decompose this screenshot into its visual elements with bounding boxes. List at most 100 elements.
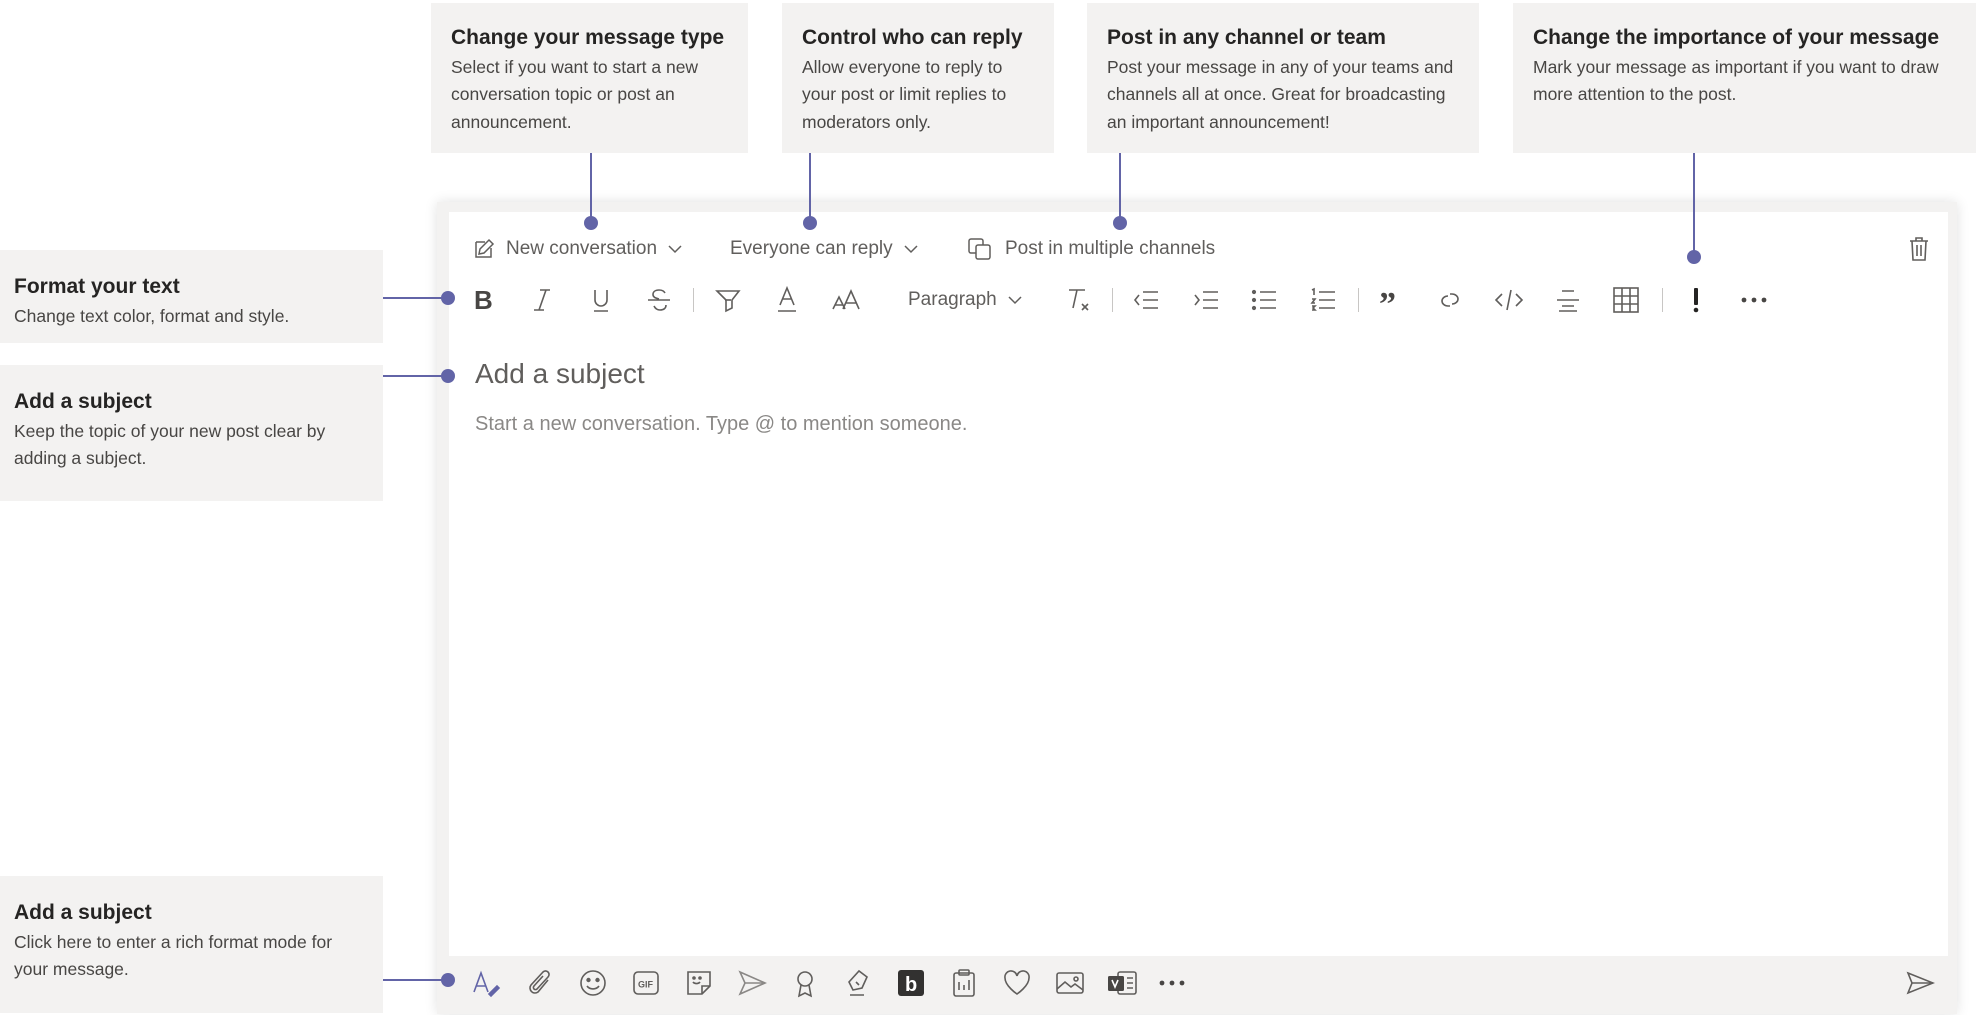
send-button[interactable] bbox=[1902, 965, 1938, 1001]
callout-importance: Change the importance of your message Ma… bbox=[1513, 3, 1976, 153]
callout-body: Select if you want to start a new conver… bbox=[451, 57, 699, 132]
svg-text:b: b bbox=[905, 974, 917, 996]
code-snippet-button[interactable] bbox=[1491, 283, 1527, 317]
quote-icon: ” bbox=[1379, 287, 1396, 313]
praise-button[interactable] bbox=[787, 965, 823, 1001]
compose-icon bbox=[475, 238, 495, 258]
mark-important-button[interactable] bbox=[1678, 283, 1714, 317]
approvals-button[interactable] bbox=[840, 965, 876, 1001]
message-body-input[interactable]: Start a new conversation. Type @ to ment… bbox=[475, 413, 967, 436]
horizontal-rule-icon bbox=[1557, 290, 1579, 312]
attach-icon bbox=[529, 970, 550, 994]
message-type-dropdown[interactable]: New conversation bbox=[472, 234, 683, 264]
connector-dot bbox=[441, 291, 455, 305]
more-apps-button[interactable] bbox=[1154, 965, 1190, 1001]
post-multiple-channels-button[interactable]: Post in multiple channels bbox=[967, 234, 1215, 264]
underline-icon bbox=[594, 290, 608, 312]
approvals-icon bbox=[848, 969, 868, 996]
callout-title: Control who can reply bbox=[802, 26, 1023, 49]
more-format-options-button[interactable] bbox=[1736, 283, 1772, 317]
quote-button[interactable]: ” bbox=[1373, 283, 1409, 317]
bold-button[interactable]: B bbox=[465, 283, 501, 317]
strikethrough-icon bbox=[648, 289, 670, 311]
connector-line bbox=[1693, 153, 1695, 256]
italic-button[interactable] bbox=[524, 283, 560, 317]
stream-button[interactable] bbox=[1104, 965, 1140, 1001]
compose-editor[interactable] bbox=[449, 212, 1948, 956]
sticker-button[interactable] bbox=[681, 965, 717, 1001]
attach-button[interactable] bbox=[522, 965, 558, 1001]
bold-icon: B bbox=[474, 287, 493, 313]
chevron-down-icon bbox=[1008, 296, 1022, 305]
forms-button[interactable] bbox=[946, 965, 982, 1001]
callout-body: Post your message in any of your teams a… bbox=[1107, 57, 1454, 132]
multiple-channels-label: Post in multiple channels bbox=[1005, 238, 1216, 259]
bookings-button[interactable]: b bbox=[893, 965, 929, 1001]
connector-dot bbox=[1113, 216, 1127, 230]
callout-body: Mark your message as important if you wa… bbox=[1533, 57, 1939, 105]
callout-format-text: Format your text Change text color, form… bbox=[0, 250, 383, 343]
heart-icon bbox=[1004, 970, 1030, 995]
font-size-icon bbox=[832, 289, 860, 310]
emoji-button[interactable] bbox=[575, 965, 611, 1001]
callout-body: Keep the topic of your new post clear by… bbox=[14, 421, 326, 469]
toolbar-separator bbox=[1358, 288, 1359, 312]
numbered-list-button[interactable] bbox=[1305, 283, 1341, 317]
callout-body: Change text color, format and style. bbox=[14, 306, 290, 327]
connector-line bbox=[383, 979, 447, 981]
bookings-icon: b bbox=[898, 970, 924, 996]
font-color-icon bbox=[778, 286, 796, 312]
format-button[interactable] bbox=[469, 965, 505, 1001]
subject-input[interactable]: Add a subject bbox=[475, 358, 645, 390]
decrease-indent-button[interactable] bbox=[1128, 283, 1164, 317]
bulleted-list-button[interactable] bbox=[1246, 283, 1282, 317]
reply-settings-dropdown[interactable]: Everyone can reply bbox=[730, 234, 919, 264]
increase-indent-button[interactable] bbox=[1188, 283, 1224, 317]
callout-body: Allow everyone to reply to your post or … bbox=[802, 57, 1007, 132]
more-options-icon bbox=[1741, 297, 1767, 303]
increase-indent-icon bbox=[1194, 291, 1218, 309]
bulleted-list-icon bbox=[1251, 289, 1276, 311]
highlight-button[interactable] bbox=[710, 283, 746, 317]
callout-title: Change the importance of your message bbox=[1533, 26, 1940, 49]
italic-icon bbox=[534, 289, 550, 311]
font-size-button[interactable] bbox=[828, 283, 864, 317]
callout-title: Post in any channel or team bbox=[1107, 26, 1386, 49]
numbered-list-icon bbox=[1310, 287, 1335, 311]
link-icon bbox=[1441, 293, 1459, 307]
meet-now-button[interactable] bbox=[734, 965, 770, 1001]
heart-button[interactable] bbox=[999, 965, 1035, 1001]
stream-icon bbox=[1108, 971, 1137, 995]
connector-line bbox=[590, 153, 592, 223]
callout-reply: Control who can reply Allow everyone to … bbox=[782, 3, 1054, 153]
toolbar-separator bbox=[1112, 288, 1113, 312]
image-button[interactable] bbox=[1052, 965, 1088, 1001]
chevron-down-icon bbox=[904, 245, 918, 254]
callout-multi-channel: Post in any channel or team Post your me… bbox=[1087, 3, 1479, 153]
paragraph-dropdown[interactable]: Paragraph bbox=[908, 284, 1023, 316]
svg-text:B: B bbox=[474, 287, 493, 313]
discard-button[interactable] bbox=[1907, 234, 1931, 264]
font-color-button[interactable] bbox=[769, 283, 805, 317]
svg-text:”: ” bbox=[1379, 287, 1396, 313]
connector-line bbox=[1119, 153, 1121, 223]
emoji-icon bbox=[580, 970, 606, 996]
table-button[interactable] bbox=[1608, 283, 1644, 317]
svg-text:GIF: GIF bbox=[638, 980, 654, 990]
image-icon bbox=[1056, 972, 1084, 994]
toolbar-separator bbox=[1662, 288, 1663, 312]
strikethrough-button[interactable] bbox=[641, 283, 677, 317]
clear-formatting-button[interactable] bbox=[1060, 283, 1096, 317]
more-apps-icon bbox=[1159, 980, 1185, 986]
link-button[interactable] bbox=[1432, 283, 1468, 317]
connector-line bbox=[383, 375, 447, 377]
callout-subject: Add a subject Keep the topic of your new… bbox=[0, 365, 383, 501]
horizontal-rule-button[interactable] bbox=[1550, 283, 1586, 317]
multiple-channels-icon bbox=[968, 238, 991, 260]
callout-title: Format your text bbox=[14, 275, 180, 298]
gif-icon: GIF bbox=[633, 971, 659, 995]
send-icon bbox=[1906, 971, 1935, 995]
gif-button[interactable]: GIF bbox=[628, 965, 664, 1001]
trash-icon bbox=[1910, 237, 1928, 261]
underline-button[interactable] bbox=[583, 283, 619, 317]
